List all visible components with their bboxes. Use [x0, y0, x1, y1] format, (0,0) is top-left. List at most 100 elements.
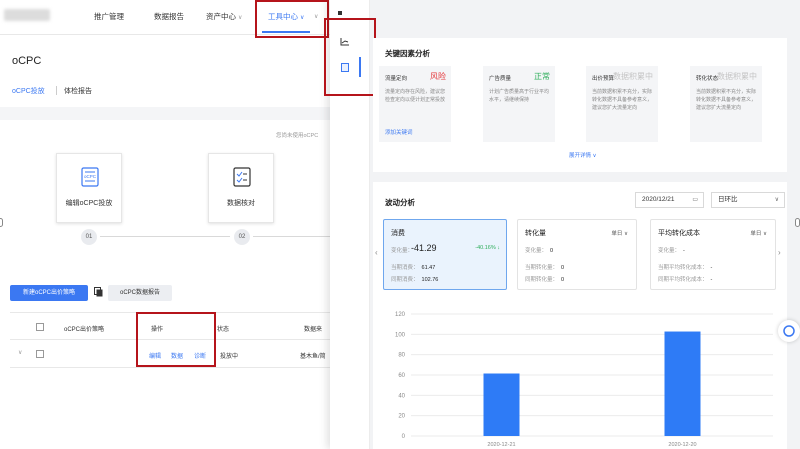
- nav-item-promotion[interactable]: 推广管理: [94, 11, 124, 22]
- metric-card[interactable]: 平均转化成本 单日 ∨ 变化量： - 当期平均转化成本： - 同期平均转化成本： -: [650, 219, 776, 290]
- current-label: 当期平均转化成本：: [658, 265, 708, 271]
- select-all-checkbox[interactable]: [36, 323, 44, 331]
- add-keywords-link[interactable]: 添加关键词: [385, 128, 413, 136]
- row-checkbox[interactable]: [36, 350, 44, 358]
- x-tick-label: 2020-12-21: [487, 442, 515, 448]
- hint-text: 您尚未使用oCPC: [276, 133, 319, 139]
- previous-value: -: [710, 277, 713, 283]
- step-connector: [253, 236, 333, 237]
- y-tick-label: 20: [398, 414, 405, 420]
- ocpc-report-button[interactable]: oCPC数据报告: [108, 285, 172, 301]
- factor-description: 计划广告质量高于行业平均水平，请继续保持: [489, 89, 550, 103]
- factor-description: 当前数据积累不充分，实际转化数据不具备参考意义，建议您扩大流量定向: [696, 89, 757, 111]
- metric-unit-select[interactable]: 单日 ∨: [750, 229, 767, 237]
- checklist-icon: [233, 167, 251, 187]
- key-factors-title: 关键因素分析: [385, 49, 430, 58]
- previous-label: 同期转化量：: [525, 277, 559, 283]
- bar-chart: 0 20 40 60 80 100 120 2020-12-21 2020-12-20: [373, 306, 783, 449]
- data-source-text: 基木鱼/简: [300, 354, 326, 360]
- chevron-down-icon: ∨: [592, 153, 597, 159]
- step-connector: [100, 236, 230, 237]
- column-header-strategy: oCPC出价策略: [64, 327, 105, 333]
- metric-card[interactable]: 消费变化量： -41.29 -40.16% ↓ 当期消费： 61.47 同期消费： 102.…: [383, 219, 507, 290]
- column-header-status: 状态: [217, 327, 230, 333]
- analysis-drawer: 关键因素分析 流量定向 风险 流量定向存在风险，建议您检查定向以便计划正常投放 添加关…: [324, 0, 800, 449]
- previous-label: 同期平均转化成本：: [658, 277, 708, 283]
- date-picker[interactable]: 2020/12/21 ▭: [635, 192, 704, 208]
- change-label: 变化量：: [658, 248, 681, 254]
- change-label: 变化量：: [391, 248, 414, 254]
- chat-button[interactable]: [778, 320, 800, 342]
- bar: [664, 331, 701, 436]
- factor-card: 转化状态 数据积累中 当前数据积累不充分，实际转化数据不具备参考意义，建议您扩大流量…: [690, 66, 762, 142]
- current-value: -: [710, 265, 713, 271]
- previous-value: 0: [561, 277, 565, 283]
- column-header-source: 数据来: [304, 327, 323, 333]
- current-label: 当期转化量：: [525, 265, 559, 271]
- factor-name: 广告质量: [489, 76, 512, 82]
- factor-status: 正常: [534, 72, 550, 81]
- nav-label: 资产中心: [206, 12, 236, 21]
- factor-description: 当前数据积累不充分，实际转化数据不具备参考意义，建议您扩大流量定向: [592, 89, 653, 111]
- previous-row: 同期转化量： 0: [525, 275, 564, 283]
- carousel-next-icon[interactable]: ›: [778, 248, 781, 257]
- change-label: 变化量：: [525, 248, 548, 254]
- metric-card[interactable]: 转化量 单日 ∨ 变化量： 0 当期转化量： 0 同期转化量： 0: [517, 219, 637, 290]
- expand-row-icon[interactable]: ∨: [18, 349, 22, 356]
- current-label: 当期消费：: [391, 265, 419, 271]
- section-divider: [0, 107, 335, 120]
- step-card-edit[interactable]: oCPC: [56, 153, 122, 223]
- change-row: 变化量： -: [658, 246, 685, 254]
- metric-change-percent: -40.16% ↓: [475, 245, 500, 251]
- new-strategy-button[interactable]: 新建oCPC出价策略: [10, 285, 88, 301]
- highlight-box: [136, 312, 216, 367]
- carousel-prev-icon[interactable]: ‹: [375, 248, 378, 257]
- chevron-down-icon: ∨: [762, 231, 767, 237]
- metric-unit-select[interactable]: 单日 ∨: [611, 229, 628, 237]
- highlight-box: [255, 0, 329, 38]
- icon-text: oCPC: [84, 174, 97, 179]
- tab-ocpc-delivery[interactable]: oCPC投放: [12, 86, 45, 96]
- tab-health-report[interactable]: 体检报告: [64, 86, 92, 96]
- step-number: 02: [234, 229, 250, 245]
- logo: [4, 9, 50, 21]
- y-tick-label: 120: [395, 312, 406, 318]
- compare-select[interactable]: 日环比 ∨: [711, 192, 785, 208]
- nav-item-reports[interactable]: 数据报告: [154, 11, 184, 22]
- nav-item-assets[interactable]: 资产中心 ∨: [206, 11, 242, 22]
- chevron-down-icon: ∨: [238, 15, 243, 21]
- page-title: oCPC: [12, 55, 42, 67]
- calendar-icon: ▭: [692, 197, 698, 203]
- copy-icon[interactable]: [94, 287, 103, 297]
- y-tick-label: 100: [395, 332, 406, 338]
- step-card-verify[interactable]: [208, 153, 274, 223]
- step-label-verify: 数据核对: [227, 200, 255, 207]
- unit-label: 单日: [611, 231, 623, 237]
- factor-status: 风险: [430, 72, 446, 81]
- previous-row: 同期消费： 102.76: [391, 275, 438, 283]
- chart-svg: 0 20 40 60 80 100 120 2020-12-21 2020-12-20: [395, 312, 773, 448]
- step-label-edit: 编辑oCPC投放: [65, 200, 113, 207]
- step-number: 01: [81, 229, 97, 245]
- edge-handle: [795, 218, 800, 227]
- factor-card: 广告质量 正常计划广告质量高于行业平均水平，请继续保持: [483, 66, 555, 142]
- current-value: 0: [561, 265, 565, 271]
- tab-divider: [56, 86, 57, 95]
- y-tick-label: 40: [398, 393, 405, 399]
- compare-value: 日环比: [718, 196, 738, 203]
- fluctuation-title: 波动分析: [385, 198, 415, 207]
- current-value: 61.47: [421, 265, 436, 271]
- factor-name: 转化状态: [696, 76, 719, 82]
- previous-row: 同期平均转化成本： -: [658, 275, 712, 283]
- expand-details-link[interactable]: 展开详情 ∨: [569, 151, 597, 159]
- metric-name: 消费: [391, 230, 405, 237]
- close-icon[interactable]: [338, 11, 342, 15]
- x-tick-label: 2020-12-20: [668, 442, 696, 448]
- y-tick-label: 80: [398, 353, 405, 359]
- edge-handle: [0, 218, 3, 227]
- highlight-box: [324, 18, 376, 96]
- metric-change-value: -: [683, 248, 685, 254]
- factor-status: 数据积累中: [613, 72, 653, 81]
- chevron-down-icon: ∨: [774, 197, 779, 203]
- metric-change-value: -41.29: [411, 243, 437, 253]
